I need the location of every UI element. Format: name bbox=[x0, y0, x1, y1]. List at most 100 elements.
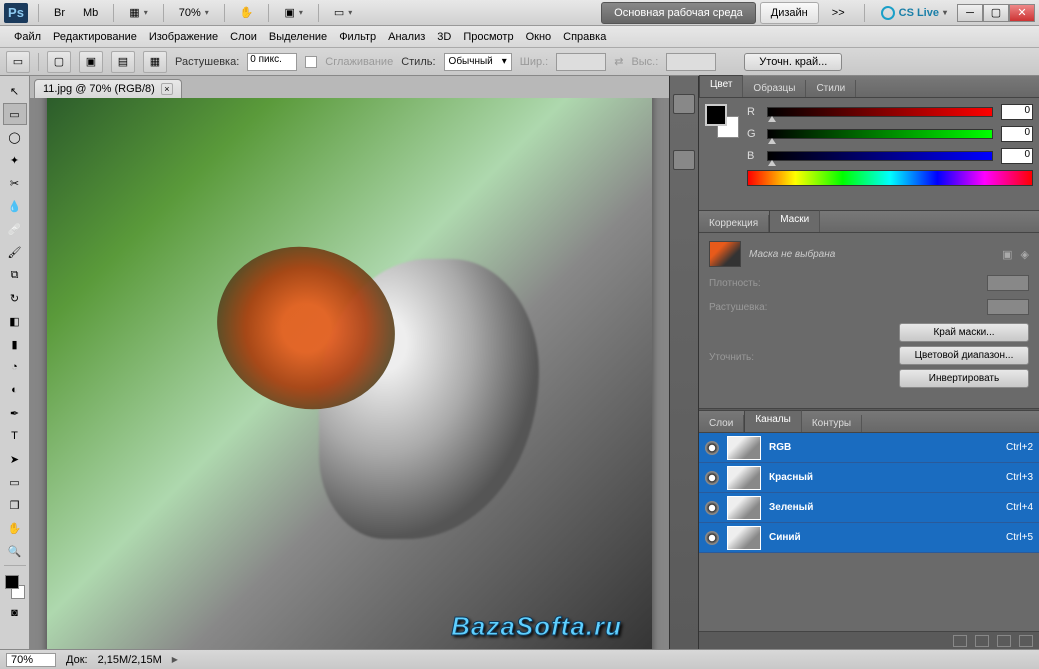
menu-analysis[interactable]: Анализ bbox=[382, 29, 431, 45]
tools-panel: ↖ ▭ ◯ ✦ ✂ 💧 🩹 🖌 ⧉ ↻ ◧ ▮ ◔ ◐ ✒ T ➤ ▭ ❒ ✋ … bbox=[0, 76, 30, 649]
minimize-button[interactable]: ─ bbox=[957, 4, 983, 22]
visibility-icon[interactable] bbox=[705, 441, 719, 455]
history-brush-tool[interactable]: ↻ bbox=[3, 287, 27, 309]
lasso-tool[interactable]: ◯ bbox=[3, 126, 27, 148]
tab-layers[interactable]: Слои bbox=[699, 415, 744, 432]
close-button[interactable]: ✕ bbox=[1009, 4, 1035, 22]
vector-mask-icon[interactable]: ◈ bbox=[1021, 248, 1029, 261]
3d-tool[interactable]: ❒ bbox=[3, 494, 27, 516]
tab-swatches[interactable]: Образцы bbox=[743, 80, 806, 97]
hand-tool-button[interactable]: ✋ bbox=[231, 3, 263, 22]
pixel-mask-icon[interactable]: ▣ bbox=[1002, 248, 1012, 261]
b-value[interactable]: 0 bbox=[1001, 148, 1033, 164]
visibility-icon[interactable] bbox=[705, 531, 719, 545]
tab-channels[interactable]: Каналы bbox=[744, 410, 802, 432]
channel-green[interactable]: Зеленый Ctrl+4 bbox=[699, 493, 1039, 523]
color-range-button[interactable]: Цветовой диапазон... bbox=[899, 346, 1029, 365]
brushes-panel-icon[interactable] bbox=[673, 150, 695, 170]
invert-button[interactable]: Инвертировать bbox=[899, 369, 1029, 388]
menu-3d[interactable]: 3D bbox=[431, 29, 457, 45]
tab-color[interactable]: Цвет bbox=[699, 75, 743, 97]
crop-tool[interactable]: ✂ bbox=[3, 172, 27, 194]
arrange-docs-dropdown[interactable]: ▣▾ bbox=[275, 3, 311, 22]
cs-live-button[interactable]: CS Live▾ bbox=[875, 6, 953, 20]
gradient-tool[interactable]: ▮ bbox=[3, 333, 27, 355]
delete-channel-icon[interactable] bbox=[1019, 635, 1033, 647]
visibility-icon[interactable] bbox=[705, 471, 719, 485]
panel-color-swatches[interactable] bbox=[705, 104, 739, 138]
r-slider[interactable] bbox=[767, 107, 993, 117]
new-channel-icon[interactable] bbox=[997, 635, 1011, 647]
path-selection-tool[interactable]: ➤ bbox=[3, 448, 27, 470]
channel-blue[interactable]: Синий Ctrl+5 bbox=[699, 523, 1039, 553]
menu-filter[interactable]: Фильтр bbox=[333, 29, 382, 45]
type-tool[interactable]: T bbox=[3, 425, 27, 447]
menu-layers[interactable]: Слои bbox=[224, 29, 263, 45]
menu-view[interactable]: Просмотр bbox=[457, 29, 519, 45]
tab-masks[interactable]: Маски bbox=[769, 210, 820, 232]
tab-styles[interactable]: Стили bbox=[806, 80, 856, 97]
menu-image[interactable]: Изображение bbox=[143, 29, 224, 45]
visibility-icon[interactable] bbox=[705, 501, 719, 515]
g-slider[interactable] bbox=[767, 129, 993, 139]
marquee-tool[interactable]: ▭ bbox=[3, 103, 27, 125]
tool-preset-button[interactable]: ▭ bbox=[6, 51, 30, 73]
stamp-tool[interactable]: ⧉ bbox=[3, 264, 27, 286]
workspace-more-button[interactable]: >> bbox=[823, 4, 854, 22]
b-slider[interactable] bbox=[767, 151, 993, 161]
document-tab[interactable]: 11.jpg @ 70% (RGB/8) × bbox=[34, 79, 182, 98]
maximize-button[interactable]: ▢ bbox=[983, 4, 1009, 22]
spectrum-bar[interactable] bbox=[747, 170, 1033, 186]
color-swatches[interactable] bbox=[3, 573, 27, 601]
quickmask-button[interactable]: ◙ bbox=[3, 602, 27, 624]
dodge-tool[interactable]: ◐ bbox=[3, 379, 27, 401]
menu-select[interactable]: Выделение bbox=[263, 29, 333, 45]
brush-tool[interactable]: 🖌 bbox=[3, 241, 27, 263]
menu-edit[interactable]: Редактирование bbox=[47, 29, 143, 45]
wand-tool[interactable]: ✦ bbox=[3, 149, 27, 171]
save-selection-icon[interactable] bbox=[975, 635, 989, 647]
feather-input[interactable]: 0 пикс. bbox=[247, 53, 297, 71]
eraser-tool[interactable]: ◧ bbox=[3, 310, 27, 332]
g-value[interactable]: 0 bbox=[1001, 126, 1033, 142]
minibridge-button[interactable]: Mb bbox=[74, 4, 107, 22]
status-arrow-icon[interactable]: ▶ bbox=[172, 655, 178, 664]
intersect-selection-button[interactable]: ▦ bbox=[143, 51, 167, 73]
add-selection-button[interactable]: ▣ bbox=[79, 51, 103, 73]
menu-window[interactable]: Окно bbox=[520, 29, 558, 45]
screen-mode-dropdown[interactable]: ▭▾ bbox=[325, 3, 361, 22]
tab-adjustments[interactable]: Коррекция bbox=[699, 215, 769, 232]
foreground-color[interactable] bbox=[5, 575, 19, 589]
zoom-field[interactable]: 70% bbox=[6, 653, 56, 667]
shape-tool[interactable]: ▭ bbox=[3, 471, 27, 493]
minibridge-panel-icon[interactable] bbox=[673, 94, 695, 114]
r-value[interactable]: 0 bbox=[1001, 104, 1033, 120]
load-channel-icon[interactable] bbox=[953, 635, 967, 647]
antialias-checkbox[interactable] bbox=[305, 56, 317, 68]
subtract-selection-button[interactable]: ▤ bbox=[111, 51, 135, 73]
channel-rgb[interactable]: RGB Ctrl+2 bbox=[699, 433, 1039, 463]
channel-red[interactable]: Красный Ctrl+3 bbox=[699, 463, 1039, 493]
healing-tool[interactable]: 🩹 bbox=[3, 218, 27, 240]
b-label: B bbox=[747, 150, 759, 162]
blur-tool[interactable]: ◔ bbox=[3, 356, 27, 378]
mask-edge-button[interactable]: Край маски... bbox=[899, 323, 1029, 342]
workspace-main-button[interactable]: Основная рабочая среда bbox=[601, 2, 756, 24]
pen-tool[interactable]: ✒ bbox=[3, 402, 27, 424]
new-selection-button[interactable]: ▢ bbox=[47, 51, 71, 73]
close-tab-button[interactable]: × bbox=[161, 83, 173, 95]
canvas-viewport[interactable]: BazaSofta.ru bbox=[30, 98, 669, 649]
zoom-level-dropdown[interactable]: 70%▾ bbox=[170, 4, 218, 22]
workspace-design-button[interactable]: Дизайн bbox=[760, 2, 819, 24]
refine-edge-button[interactable]: Уточн. край... bbox=[744, 53, 842, 71]
move-tool[interactable]: ↖ bbox=[3, 80, 27, 102]
style-select[interactable]: Обычный bbox=[444, 53, 512, 71]
view-extras-dropdown[interactable]: ▦▾ bbox=[120, 3, 156, 22]
zoom-tool[interactable]: 🔍 bbox=[3, 540, 27, 562]
menu-help[interactable]: Справка bbox=[557, 29, 612, 45]
eyedropper-tool[interactable]: 💧 bbox=[3, 195, 27, 217]
hand-tool[interactable]: ✋ bbox=[3, 517, 27, 539]
tab-paths[interactable]: Контуры bbox=[802, 415, 862, 432]
bridge-button[interactable]: Br bbox=[45, 4, 74, 22]
menu-file[interactable]: Файл bbox=[8, 29, 47, 45]
